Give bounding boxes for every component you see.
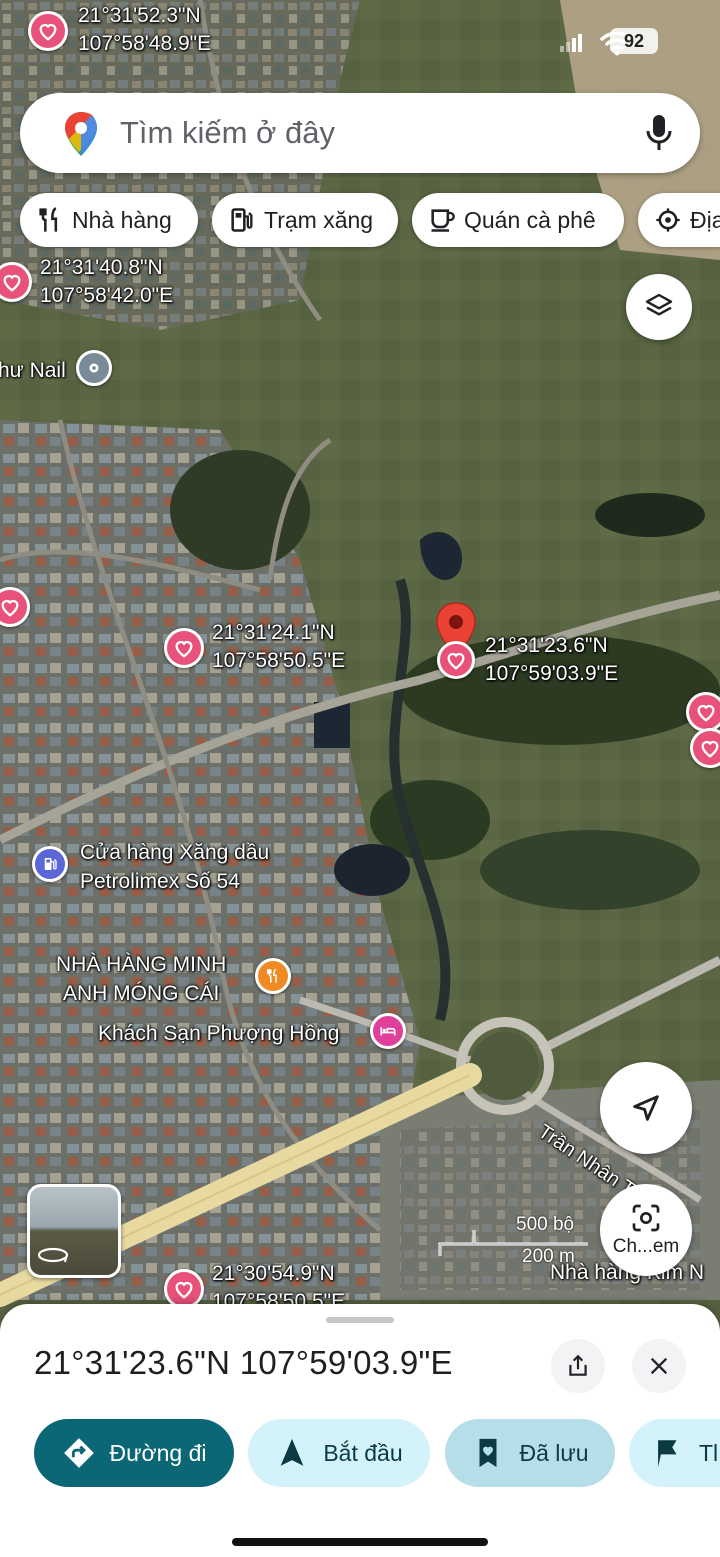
label-button[interactable]: Tl: [629, 1419, 720, 1487]
location-dot-icon: [89, 363, 99, 373]
layers-icon: [645, 293, 673, 316]
coordinate-label-2: 21°31'40.8"N 107°58'42.0"E: [40, 256, 174, 307]
chip-label: Quán cà phê: [464, 206, 596, 233]
saved-place-heart-pin[interactable]: [28, 11, 68, 51]
directions-label: Đường đi: [109, 1439, 207, 1466]
saved-label: Đã lưu: [519, 1439, 589, 1466]
label-button-text: Tl: [699, 1439, 719, 1466]
close-icon: [650, 1357, 668, 1375]
chip-coffee[interactable]: Quán cà phê: [412, 193, 624, 247]
heart-icon: [697, 704, 715, 722]
battery-indicator: 92: [610, 28, 658, 54]
bed-icon: [380, 1027, 396, 1036]
saved-place-heart-pin[interactable]: [686, 692, 720, 732]
heart-icon: [175, 640, 193, 658]
navigation-arrow-icon: [281, 1438, 304, 1466]
lens-search-button[interactable]: Ch...em: [600, 1184, 692, 1276]
place-title: 21°31'23.6"N 107°59'03.9"E: [34, 1344, 453, 1381]
close-button[interactable]: [632, 1339, 686, 1393]
place-label-nail[interactable]: hư Nail: [0, 356, 66, 385]
selected-heart-pin[interactable]: [437, 641, 475, 679]
fork-knife-icon: [39, 207, 58, 232]
heart-icon: [447, 652, 465, 670]
google-maps-logo-icon: [65, 112, 97, 156]
chip-label: Địa: [690, 206, 720, 233]
saved-place-heart-pin[interactable]: [164, 628, 204, 668]
directions-button[interactable]: Đường đi: [34, 1419, 234, 1487]
heart-icon: [701, 740, 719, 758]
heart-icon: [1, 599, 19, 617]
status-bar: 92: [520, 24, 720, 60]
coordinate-label-selected: 21°31'23.6"N 107°59'03.9"E: [485, 634, 619, 685]
map-scale: 500 bộ 200 m: [436, 1214, 596, 1272]
fork-knife-icon: [267, 968, 277, 983]
lens-label: Ch...em: [612, 1236, 680, 1257]
place-pin[interactable]: [76, 350, 112, 386]
hotel-pin[interactable]: [370, 1013, 406, 1049]
gas-station-icon: [44, 858, 57, 870]
place-label-petrolimex[interactable]: Cửa hàng Xăng dầu Petrolimex Số 54: [80, 838, 269, 896]
gas-station-pin[interactable]: [32, 846, 68, 882]
home-indicator: [232, 1538, 488, 1546]
heart-icon: [175, 1281, 193, 1299]
search-bar[interactable]: Tìm kiếm ở đây: [20, 93, 700, 173]
flag-icon: [658, 1440, 677, 1468]
share-icon: [569, 1354, 587, 1376]
attraction-icon: [656, 208, 680, 232]
chip-restaurants[interactable]: Nhà hàng: [20, 193, 198, 247]
camera-lens-icon: [632, 1204, 660, 1232]
restaurant-pin[interactable]: [255, 958, 291, 994]
place-label-restaurant-minh-anh[interactable]: NHÀ HÀNG MINH ANH MÓNG CÁI: [56, 950, 226, 1008]
coordinate-label-1: 21°31'52.3"N 107°58'48.9"E: [78, 4, 212, 55]
search-placeholder[interactable]: Tìm kiếm ở đây: [120, 115, 335, 151]
my-location-button[interactable]: [600, 1062, 692, 1154]
coordinate-label-3: 21°31'24.1"N 107°58'50.5"E: [212, 621, 346, 672]
gas-station-icon: [231, 208, 253, 232]
drag-handle[interactable]: [326, 1317, 394, 1323]
start-button[interactable]: Bắt đầu: [248, 1419, 430, 1487]
place-bottom-sheet[interactable]: 21°31'23.6"N 107°59'03.9"E Đường đi Bắt …: [0, 1304, 720, 1557]
microphone-icon[interactable]: [644, 113, 674, 153]
scale-bar: [438, 1230, 588, 1256]
place-label-hotel[interactable]: Khách Sạn Phượng Hồng: [98, 1019, 340, 1048]
saved-place-heart-pin[interactable]: [164, 1269, 204, 1309]
cellular-signal-icon: [560, 34, 582, 52]
chip-label: Trạm xăng: [264, 206, 374, 233]
share-button[interactable]: [551, 1339, 605, 1393]
layers-button[interactable]: [626, 274, 692, 340]
start-label: Bắt đầu: [323, 1439, 403, 1466]
street-view-thumbnail[interactable]: [27, 1184, 121, 1278]
chip-gas-stations[interactable]: Trạm xăng: [212, 193, 398, 247]
navigation-arrow-icon: [633, 1095, 659, 1121]
heart-icon: [39, 23, 57, 41]
rotate-360-icon: [37, 1247, 69, 1263]
coffee-cup-icon: [431, 209, 455, 232]
directions-icon: [63, 1438, 94, 1468]
bookmark-icon: [479, 1438, 497, 1468]
heart-icon: [3, 274, 21, 292]
saved-button[interactable]: Đã lưu: [445, 1419, 615, 1487]
chip-attractions[interactable]: Địa: [638, 193, 720, 247]
chip-label: Nhà hàng: [72, 206, 172, 233]
